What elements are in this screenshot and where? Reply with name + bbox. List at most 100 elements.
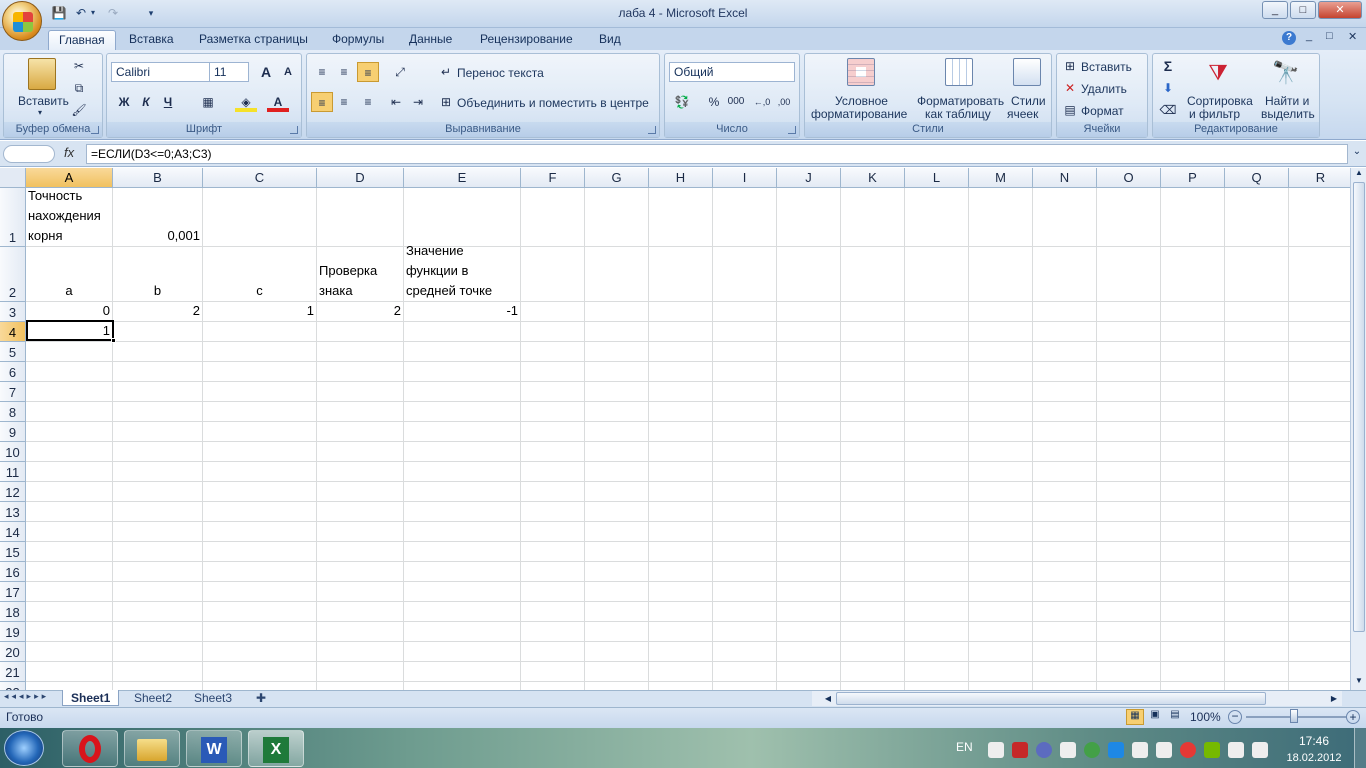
- zoom-in-icon[interactable]: +: [1346, 710, 1360, 724]
- column-header-k[interactable]: K: [841, 168, 905, 188]
- column-header-n[interactable]: N: [1033, 168, 1097, 188]
- row-header-20[interactable]: 20: [0, 642, 26, 662]
- cell-j9[interactable]: [777, 422, 841, 442]
- help-icon[interactable]: ?: [1282, 31, 1296, 45]
- cell-o13[interactable]: [1097, 502, 1161, 522]
- cell-c22[interactable]: [203, 682, 317, 690]
- column-header-p[interactable]: P: [1161, 168, 1225, 188]
- copy-icon[interactable]: ⧉: [68, 78, 90, 98]
- cell-q3[interactable]: [1225, 302, 1289, 322]
- cell-o16[interactable]: [1097, 562, 1161, 582]
- cell-m9[interactable]: [969, 422, 1033, 442]
- tab-insert[interactable]: Вставка: [119, 30, 184, 50]
- cell-q14[interactable]: [1225, 522, 1289, 542]
- cell-o15[interactable]: [1097, 542, 1161, 562]
- network-icon[interactable]: [1228, 742, 1244, 758]
- cell-g19[interactable]: [585, 622, 649, 642]
- cell-f12[interactable]: [521, 482, 585, 502]
- cell-h12[interactable]: [649, 482, 713, 502]
- align-left-icon[interactable]: ≡: [311, 92, 333, 112]
- tab-view[interactable]: Вид: [589, 30, 631, 50]
- cell-c21[interactable]: [203, 662, 317, 682]
- italic-button[interactable]: К: [135, 92, 157, 112]
- cell-h13[interactable]: [649, 502, 713, 522]
- cell-n2[interactable]: [1033, 247, 1097, 302]
- cell-i21[interactable]: [713, 662, 777, 682]
- cell-c20[interactable]: [203, 642, 317, 662]
- cell-j6[interactable]: [777, 362, 841, 382]
- grow-font-button[interactable]: A: [255, 62, 277, 82]
- cell-e8[interactable]: [404, 402, 521, 422]
- cell-a6[interactable]: [26, 362, 113, 382]
- cell-f1[interactable]: [521, 188, 585, 247]
- cell-r4[interactable]: [1289, 322, 1350, 342]
- cell-j14[interactable]: [777, 522, 841, 542]
- cell-f22[interactable]: [521, 682, 585, 690]
- delete-cells-button[interactable]: Удалить: [1081, 82, 1127, 96]
- currency-icon[interactable]: 💱: [671, 92, 693, 112]
- cell-m17[interactable]: [969, 582, 1033, 602]
- cell-j3[interactable]: [777, 302, 841, 322]
- cell-j15[interactable]: [777, 542, 841, 562]
- cell-h2[interactable]: [649, 247, 713, 302]
- row-header-2[interactable]: 2: [0, 247, 26, 302]
- cell-o4[interactable]: [1097, 322, 1161, 342]
- cell-f21[interactable]: [521, 662, 585, 682]
- tab-review[interactable]: Рецензирование: [470, 30, 583, 50]
- cell-m19[interactable]: [969, 622, 1033, 642]
- cell-l17[interactable]: [905, 582, 969, 602]
- cell-r22[interactable]: [1289, 682, 1350, 690]
- cell-k3[interactable]: [841, 302, 905, 322]
- taskbar-explorer[interactable]: [124, 730, 180, 767]
- cell-p13[interactable]: [1161, 502, 1225, 522]
- cell-c11[interactable]: [203, 462, 317, 482]
- cell-r1[interactable]: [1289, 188, 1350, 247]
- cell-r5[interactable]: [1289, 342, 1350, 362]
- bold-button[interactable]: Ж: [113, 92, 135, 112]
- column-header-b[interactable]: B: [113, 168, 203, 188]
- cell-r21[interactable]: [1289, 662, 1350, 682]
- cell-g11[interactable]: [585, 462, 649, 482]
- cell-f6[interactable]: [521, 362, 585, 382]
- cell-q13[interactable]: [1225, 502, 1289, 522]
- fill-handle[interactable]: [111, 338, 116, 343]
- cell-o18[interactable]: [1097, 602, 1161, 622]
- borders-icon[interactable]: ▦: [197, 92, 219, 112]
- cell-c2[interactable]: c: [203, 247, 317, 302]
- cell-f2[interactable]: [521, 247, 585, 302]
- expand-formula-bar-icon[interactable]: ⌄: [1351, 146, 1363, 162]
- cell-f7[interactable]: [521, 382, 585, 402]
- column-header-c[interactable]: C: [203, 168, 317, 188]
- cell-q8[interactable]: [1225, 402, 1289, 422]
- tab-home[interactable]: Главная: [48, 30, 116, 50]
- cell-j8[interactable]: [777, 402, 841, 422]
- cell-n1[interactable]: [1033, 188, 1097, 247]
- scroll-left-icon[interactable]: ◀: [822, 691, 834, 706]
- maximize-button[interactable]: □: [1290, 1, 1316, 19]
- cell-o20[interactable]: [1097, 642, 1161, 662]
- cell-h18[interactable]: [649, 602, 713, 622]
- cell-b1[interactable]: 0,001: [113, 188, 203, 247]
- cell-d4[interactable]: [317, 322, 404, 342]
- cell-d18[interactable]: [317, 602, 404, 622]
- font-dialog-launcher[interactable]: [290, 126, 298, 134]
- cell-i8[interactable]: [713, 402, 777, 422]
- cell-j17[interactable]: [777, 582, 841, 602]
- cell-q10[interactable]: [1225, 442, 1289, 462]
- cell-a10[interactable]: [26, 442, 113, 462]
- cell-e21[interactable]: [404, 662, 521, 682]
- cell-c15[interactable]: [203, 542, 317, 562]
- worksheet-grid[interactable]: ABCDEFGHIJKLMNOPQR 1 2 3 4 5 6 7 8 9 10 11 12 13 14 15…: [0, 168, 1350, 690]
- formula-input[interactable]: =ЕСЛИ(D3<=0;A3;C3): [86, 144, 1348, 164]
- cell-p7[interactable]: [1161, 382, 1225, 402]
- cell-k20[interactable]: [841, 642, 905, 662]
- cell-j12[interactable]: [777, 482, 841, 502]
- cell-r9[interactable]: [1289, 422, 1350, 442]
- cell-k9[interactable]: [841, 422, 905, 442]
- row-header-5[interactable]: 5: [0, 342, 26, 362]
- cell-q7[interactable]: [1225, 382, 1289, 402]
- cell-l3[interactable]: [905, 302, 969, 322]
- cell-h10[interactable]: [649, 442, 713, 462]
- column-header-m[interactable]: M: [969, 168, 1033, 188]
- cell-p22[interactable]: [1161, 682, 1225, 690]
